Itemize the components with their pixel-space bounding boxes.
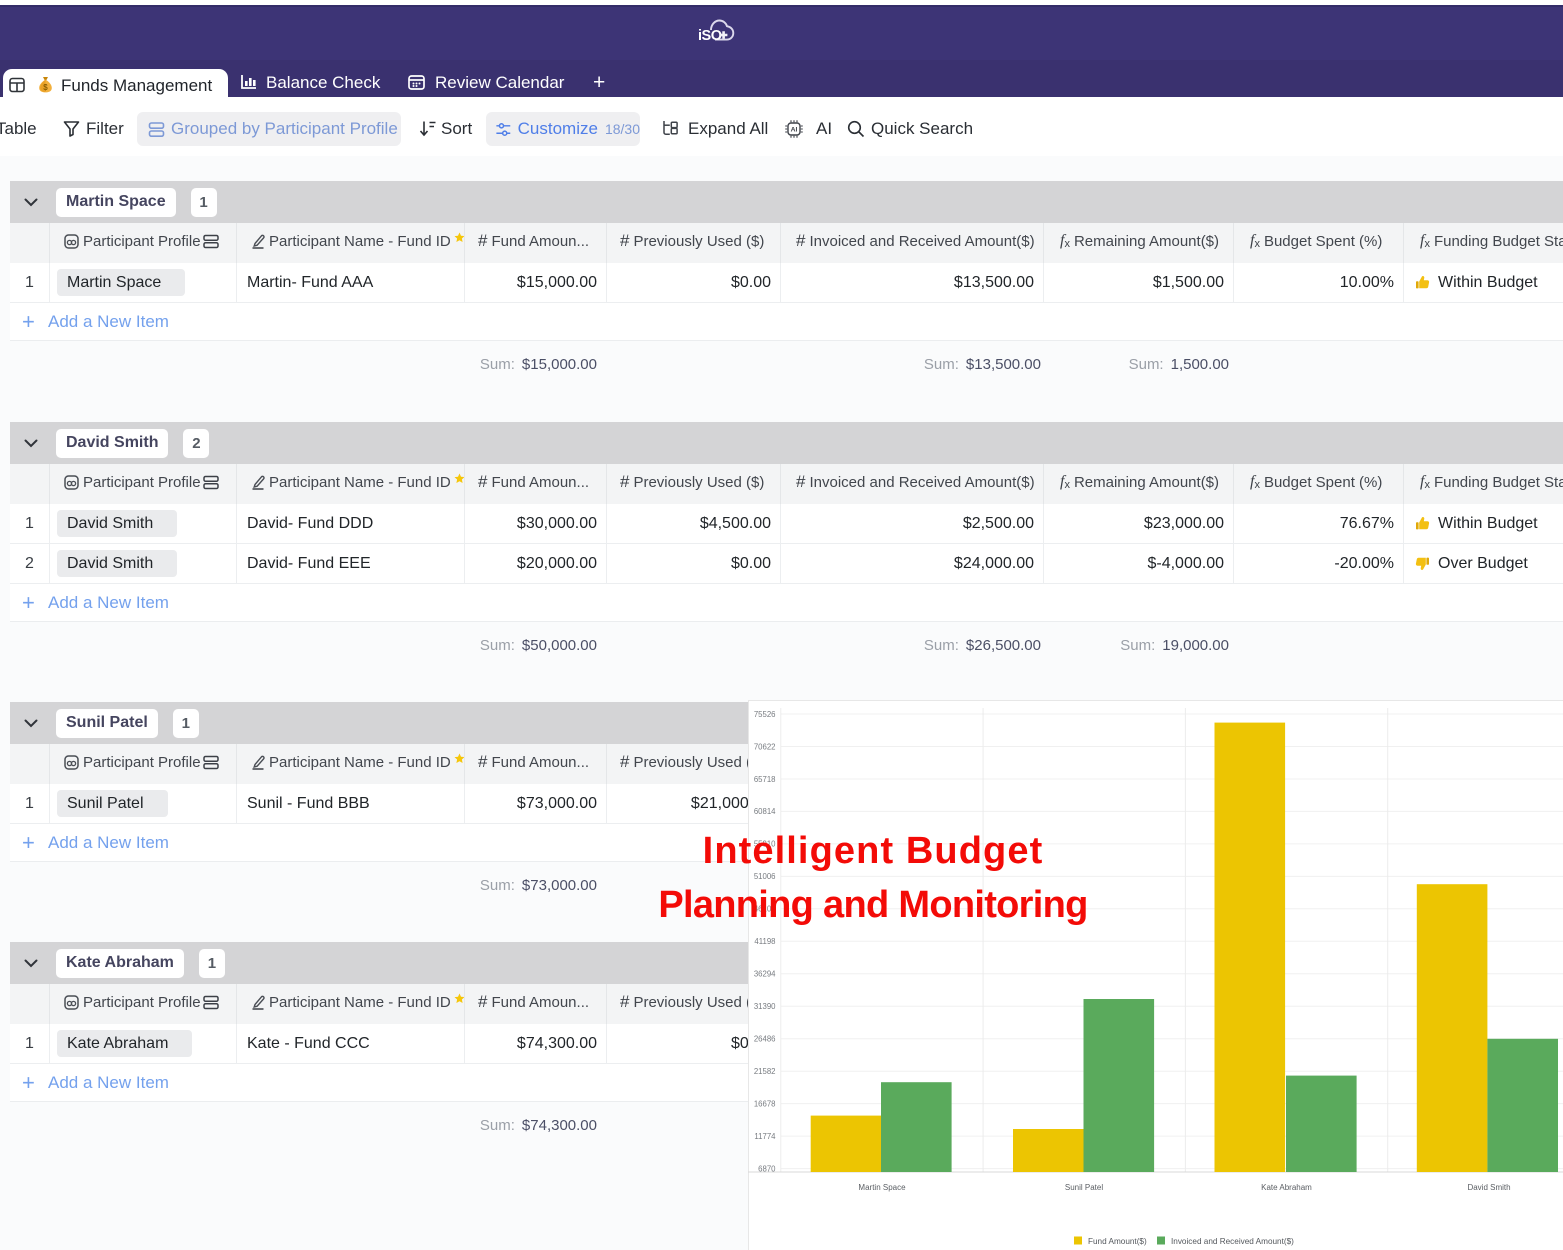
svg-text:41198: 41198	[754, 937, 775, 946]
svg-text:Martin Space: Martin Space	[858, 1183, 906, 1192]
svg-text:Kate Abraham: Kate Abraham	[1261, 1183, 1312, 1192]
svg-text:iSO: iSO	[698, 28, 722, 44]
svg-text:31390: 31390	[754, 1002, 776, 1011]
svg-text:Fund Amount($): Fund Amount($)	[1088, 1237, 1147, 1246]
svg-text:36294: 36294	[754, 970, 776, 979]
svg-text:11774: 11774	[754, 1132, 776, 1141]
svg-text:65718: 65718	[754, 775, 776, 784]
svg-text:16678: 16678	[754, 1099, 776, 1108]
svg-text:AI: AI	[791, 127, 798, 134]
svg-text:Invoiced and Received Amount($: Invoiced and Received Amount($)	[1171, 1237, 1294, 1246]
svg-text:David Smith: David Smith	[1467, 1183, 1510, 1192]
svg-text:Sunil Patel: Sunil Patel	[1065, 1183, 1103, 1192]
svg-text:75526: 75526	[754, 710, 776, 719]
svg-text:26486: 26486	[754, 1035, 776, 1044]
svg-text:21582: 21582	[754, 1067, 776, 1076]
svg-text:70622: 70622	[754, 742, 776, 751]
svg-text:60814: 60814	[754, 807, 776, 816]
svg-text:$: $	[43, 83, 48, 92]
